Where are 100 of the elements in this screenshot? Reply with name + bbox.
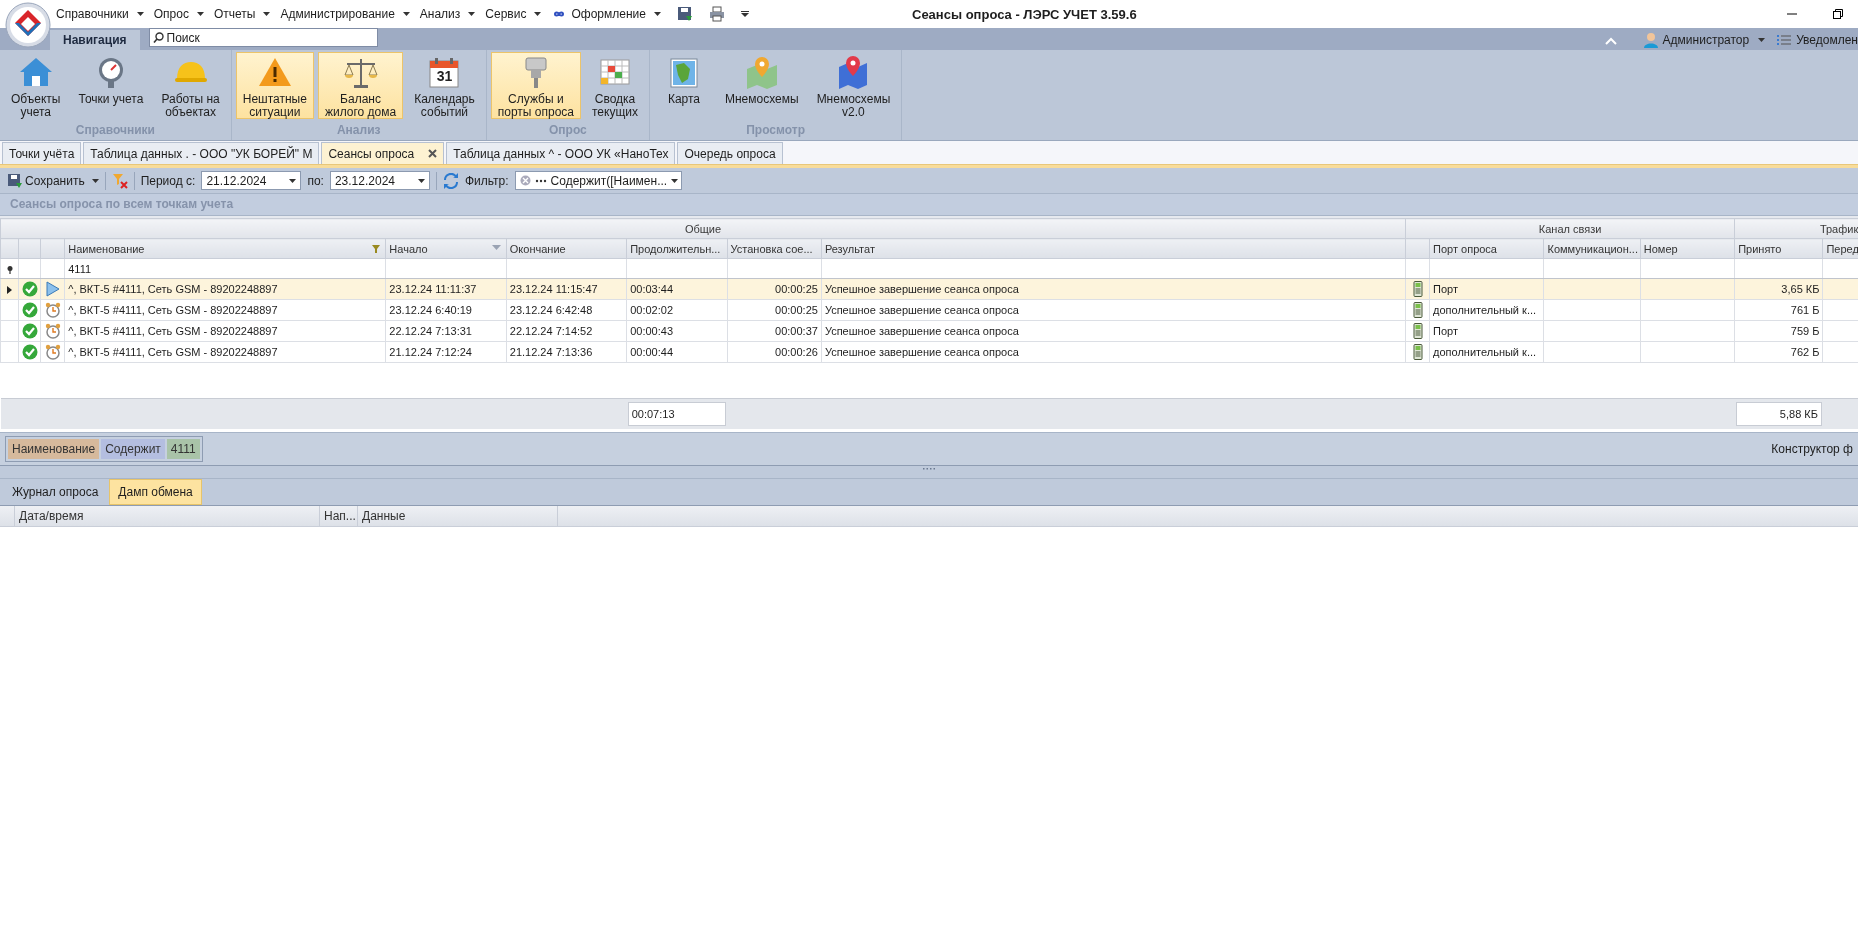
- caret-icon: [196, 12, 204, 16]
- document-tab[interactable]: Таблица данных . - ООО "УК БОРЕЙ" М: [83, 142, 320, 164]
- filter-field[interactable]: Содержит([Наимен...: [514, 171, 682, 190]
- group-label: Анализ: [335, 122, 382, 139]
- menu-item[interactable]: Справочники: [56, 7, 144, 21]
- caret-icon: [402, 12, 410, 16]
- filter-builder-link[interactable]: Конструктор ф: [1771, 442, 1853, 456]
- table-row[interactable]: ^, ВКТ-5 #4111, Сеть GSM - 89202248897 21.12.24 7:12:24 21.12.24 7:13:36 00:00:44 00:00:26 Успешное завершение сеанса опроса дополнительный к... 762 Б: [0, 341, 1858, 363]
- table-cell: 00:00:43: [626, 320, 728, 342]
- column-header[interactable]: Дата/время: [15, 506, 320, 526]
- column-header[interactable]: Данные: [358, 506, 558, 526]
- ribbon-button[interactable]: Мнемосхемы v2.0: [809, 52, 898, 119]
- collapse-icon: [1604, 37, 1617, 45]
- document-tab[interactable]: Очередь опроса: [677, 142, 783, 164]
- group-label: Просмотр: [745, 122, 806, 139]
- table-row[interactable]: ^, ВКТ-5 #4111, Сеть GSM - 89202248897 22.12.24 7:13:31 22.12.24 7:14:52 00:00:43 00:00:37 Успешное завершение сеанса опроса Порт 759 Б: [0, 320, 1858, 342]
- table-cell: 00:00:37: [727, 320, 822, 342]
- document-tab[interactable]: Сеансы опроса: [321, 142, 445, 164]
- ribbon-button[interactable]: Объекты учета: [4, 52, 68, 119]
- table-cell: Успешное завершение сеанса опроса: [821, 299, 1406, 321]
- search-icon: [152, 32, 164, 43]
- document-tab[interactable]: Таблица данных ^ - ООО УК «НаноТех: [446, 142, 676, 164]
- band-header: Канал связи: [1405, 218, 1735, 239]
- filter-token: 4111: [166, 439, 200, 459]
- row-indicator-icon: [7, 286, 13, 295]
- search-field[interactable]: Поиск: [148, 28, 378, 47]
- caret-icon: [1758, 38, 1766, 42]
- save-icon: [676, 6, 693, 22]
- column-header[interactable]: Нап...: [320, 506, 358, 526]
- table-row[interactable]: ^, ВКТ-5 #4111, Сеть GSM - 89202248897 23.12.24 6:40:19 23.12.24 6:42:48 00:02:02 00:00:25 Успешное завершение сеанса опроса дополнительный к... 761 Б: [0, 299, 1858, 321]
- ribbon-button[interactable]: Службы и порты опроса: [490, 52, 581, 119]
- ribbon-button[interactable]: Сводка текущих: [585, 52, 645, 119]
- caret-icon: [263, 12, 271, 16]
- date-field[interactable]: 23.12.2024: [329, 171, 430, 190]
- table-cell: Успешное завершение сеанса опроса: [821, 320, 1406, 342]
- ribbon-button[interactable]: Мнемосхемы: [718, 52, 806, 119]
- phone-icon: [1412, 281, 1423, 297]
- dropdown-icon: [740, 11, 749, 17]
- ribbon-button[interactable]: 31 Календарь событий: [407, 52, 482, 119]
- ribbon-button[interactable]: Нештатные ситуации: [235, 52, 314, 119]
- menu-item[interactable]: Сервис: [485, 7, 542, 21]
- table-cell: ^, ВКТ-5 #4111, Сеть GSM - 89202248897: [64, 299, 386, 321]
- menu-item[interactable]: Анализ: [419, 7, 476, 21]
- table-cell: ^, ВКТ-5 #4111, Сеть GSM - 89202248897: [64, 320, 386, 342]
- table-cell: 21.12.24 7:12:24: [385, 341, 507, 363]
- check-icon: [21, 344, 38, 360]
- user-menu[interactable]: Администратор: [1643, 30, 1766, 50]
- user-icon: [1643, 32, 1658, 48]
- table-row[interactable]: ^, ВКТ-5 #4111, Сеть GSM - 89202248897 23.12.24 11:11:37 23.12.24 11:15:47 00:03:44 00:00:25 Успешное завершение сеанса опроса Порт 3,65 КБ: [0, 278, 1858, 300]
- ribbon-button[interactable]: Работы на объектах: [154, 52, 227, 119]
- refresh-icon: [442, 172, 459, 189]
- clear-filter-button[interactable]: [111, 172, 128, 189]
- clear-icon: [519, 175, 531, 186]
- save-button[interactable]: Сохранить: [8, 173, 99, 188]
- menu-item[interactable]: Опрос: [153, 7, 204, 21]
- menu-item[interactable]: Администрирование: [280, 7, 410, 21]
- summary-field: 5,88 КБ: [1735, 401, 1822, 426]
- table-cell: Порт: [1429, 320, 1544, 342]
- summary-field: 00:07:13: [627, 401, 727, 426]
- group-label: Опрос: [548, 122, 588, 139]
- period-label: Период с:: [140, 173, 196, 188]
- to-label: по:: [307, 173, 324, 188]
- ribbon-button[interactable]: Баланс жилого дома: [317, 52, 404, 119]
- date-field[interactable]: 21.12.2024: [201, 171, 302, 190]
- list-icon: [1777, 34, 1792, 46]
- panel-tab[interactable]: Журнал опроса: [4, 480, 107, 504]
- menu-item[interactable]: Отчеты: [213, 7, 271, 21]
- notifications-button[interactable]: Уведомлен: [1777, 30, 1858, 50]
- caret-icon: [289, 178, 297, 183]
- menu-item[interactable]: Оформление: [551, 7, 661, 21]
- filter-token: Содержит: [101, 439, 165, 459]
- filter-expression[interactable]: Наименование Содержит 4111: [5, 436, 203, 462]
- panel-tab[interactable]: Дамп обмена: [109, 479, 202, 505]
- funnel-icon: [372, 245, 381, 253]
- table-cell: ^, ВКТ-5 #4111, Сеть GSM - 89202248897: [64, 278, 386, 300]
- restore-icon: [1832, 8, 1844, 20]
- table-cell: 761 Б: [1734, 299, 1823, 321]
- table-cell: 23.12.24 6:40:19: [385, 299, 507, 321]
- caret-icon: [671, 178, 679, 183]
- document-tab[interactable]: Точки учёта: [2, 142, 82, 164]
- close-icon: [428, 149, 438, 158]
- table-cell: 22.12.24 7:14:52: [506, 320, 627, 342]
- table-cell: 762 Б: [1734, 341, 1823, 363]
- table-cell: ^, ВКТ-5 #4111, Сеть GSM - 89202248897: [64, 341, 386, 363]
- ribbon-button[interactable]: Точки учета: [71, 52, 151, 119]
- column-header[interactable]: Результат: [821, 238, 1406, 259]
- ribbon-button[interactable]: Карта: [654, 52, 714, 119]
- save-icon: [8, 173, 22, 188]
- window-title: Сеансы опроса - ЛЭРС УЧЕТ 3.59.6: [912, 6, 1137, 22]
- filter-cell[interactable]: 4111: [64, 258, 386, 279]
- band-header: Общие: [0, 218, 1406, 239]
- refresh-button[interactable]: [442, 172, 459, 189]
- table-cell: 00:00:44: [626, 341, 728, 363]
- grid-caption: Сеансы опроса по всем точкам учета: [0, 194, 1858, 216]
- table-cell: 00:02:02: [626, 299, 728, 321]
- calendar-day: 31: [426, 68, 463, 84]
- table-cell: Успешное завершение сеанса опроса: [821, 278, 1406, 300]
- ribbon-tab[interactable]: Навигация: [50, 30, 140, 50]
- filter-token: Наименование: [8, 439, 100, 459]
- table-cell: 23.12.24 6:42:48: [506, 299, 627, 321]
